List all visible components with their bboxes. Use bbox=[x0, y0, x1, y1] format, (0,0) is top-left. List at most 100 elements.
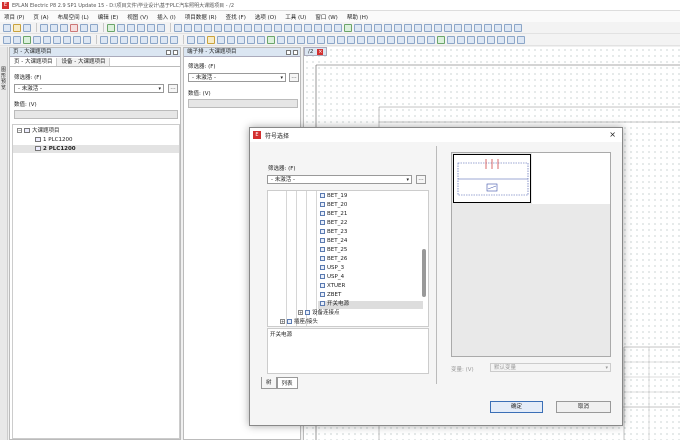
previous-page-icon[interactable] bbox=[100, 35, 108, 44]
contact-icon[interactable] bbox=[407, 35, 415, 44]
menu-project-data[interactable]: 项目数据 (R) bbox=[185, 13, 217, 21]
contact-image-icon[interactable] bbox=[327, 35, 335, 44]
ortho-icon[interactable] bbox=[194, 23, 202, 32]
symbol-item[interactable]: BET_22 bbox=[320, 220, 347, 228]
page-navigator-icon[interactable] bbox=[3, 35, 11, 44]
parts-icon[interactable] bbox=[217, 35, 225, 44]
insert-window-macro-icon[interactable] bbox=[324, 23, 332, 32]
fuse-icon[interactable] bbox=[447, 35, 455, 44]
cancel-button[interactable]: 取消 bbox=[556, 401, 611, 413]
line-icon[interactable] bbox=[414, 23, 422, 32]
undo-icon[interactable] bbox=[80, 23, 88, 32]
expand-icon[interactable]: + bbox=[298, 310, 303, 315]
symbol-item[interactable]: BET_25 bbox=[320, 247, 347, 255]
insert-box-icon[interactable] bbox=[284, 23, 292, 32]
black-box-icon[interactable] bbox=[337, 35, 345, 44]
menu-insert[interactable]: 插入 (I) bbox=[157, 13, 176, 21]
pin-icon[interactable] bbox=[286, 50, 291, 55]
next-page-icon[interactable] bbox=[110, 35, 118, 44]
polyline-icon[interactable] bbox=[454, 23, 462, 32]
menu-view[interactable]: 视图 (V) bbox=[127, 13, 148, 21]
insert-cable-icon[interactable] bbox=[254, 23, 262, 32]
symbol-item[interactable]: BET_26 bbox=[320, 256, 347, 264]
menu-window[interactable]: 窗口 (W) bbox=[315, 13, 337, 21]
insert-placeholder-icon[interactable] bbox=[334, 23, 342, 32]
motor-icon[interactable] bbox=[387, 35, 395, 44]
new-page-icon[interactable] bbox=[150, 35, 158, 44]
fluid-icon[interactable] bbox=[377, 35, 385, 44]
symbol-icon[interactable] bbox=[23, 35, 31, 44]
potential-navigator-icon[interactable] bbox=[63, 35, 71, 44]
relay-icon[interactable] bbox=[467, 35, 475, 44]
tab-list[interactable]: 列表 bbox=[276, 377, 298, 389]
dxf-icon[interactable] bbox=[257, 35, 265, 44]
dialog-filter-options-button[interactable]: … bbox=[416, 175, 426, 184]
collapse-icon[interactable]: − bbox=[17, 128, 22, 133]
corner-icon[interactable] bbox=[354, 23, 362, 32]
export-icon[interactable] bbox=[227, 35, 235, 44]
angle-icon[interactable] bbox=[384, 23, 392, 32]
value-input[interactable] bbox=[14, 110, 178, 119]
symbol-item[interactable]: XTUER bbox=[320, 283, 345, 291]
terminal-filter-options-button[interactable]: … bbox=[289, 73, 299, 82]
structure-box-icon[interactable] bbox=[347, 35, 355, 44]
symbol-item[interactable]: BET_24 bbox=[320, 238, 347, 246]
tree-item-page-1[interactable]: 1 PLC1200 bbox=[35, 136, 72, 144]
break-icon[interactable] bbox=[404, 23, 412, 32]
tree-item-project[interactable]: − 大课题项目 bbox=[17, 127, 60, 135]
dialog-filter-select[interactable]: - 未激活 - ▾ bbox=[267, 175, 412, 184]
terminal-icon[interactable] bbox=[487, 35, 495, 44]
pin-icon[interactable] bbox=[166, 50, 171, 55]
menu-edit[interactable]: 编辑 (E) bbox=[98, 13, 119, 21]
variant-select[interactable]: 默认变量 ▾ bbox=[490, 363, 611, 372]
symbol-item[interactable]: ZBET bbox=[320, 292, 341, 300]
new-project-icon[interactable] bbox=[3, 23, 11, 32]
menu-help[interactable]: 帮助 (H) bbox=[347, 13, 368, 21]
side-strip[interactable]: 图形预览 bbox=[0, 47, 8, 440]
pipe-icon[interactable] bbox=[367, 35, 375, 44]
import-icon[interactable] bbox=[237, 35, 245, 44]
menu-find[interactable]: 查找 (F) bbox=[226, 13, 246, 21]
symbol-item[interactable]: USP_3 bbox=[320, 265, 344, 273]
connection-navigator-icon[interactable] bbox=[73, 35, 81, 44]
check-icon[interactable] bbox=[197, 35, 205, 44]
cross-reference-icon[interactable] bbox=[307, 35, 315, 44]
insert-text-icon[interactable] bbox=[294, 23, 302, 32]
expand-icon[interactable]: + bbox=[280, 319, 285, 324]
terminal-value-input[interactable] bbox=[188, 99, 298, 108]
close-icon[interactable]: × bbox=[609, 130, 616, 139]
filter-options-button[interactable]: … bbox=[168, 84, 178, 93]
menu-project[interactable]: 项目 (P) bbox=[4, 13, 24, 21]
grid-icon[interactable] bbox=[174, 23, 182, 32]
symbol-item[interactable]: BET_20 bbox=[320, 202, 347, 210]
zoom-in-icon[interactable] bbox=[127, 23, 135, 32]
insert-connection-icon[interactable] bbox=[204, 23, 212, 32]
bus-icon[interactable] bbox=[317, 35, 325, 44]
dimension-icon[interactable] bbox=[464, 23, 472, 32]
plug-icon[interactable] bbox=[497, 35, 505, 44]
lamp-icon[interactable] bbox=[427, 35, 435, 44]
tab-pages[interactable]: 页 - 大课题项目 bbox=[10, 58, 58, 66]
insert-macro-icon[interactable] bbox=[314, 23, 322, 32]
symbol-item[interactable]: BET_19 bbox=[320, 193, 347, 201]
device-navigator-icon[interactable] bbox=[13, 35, 21, 44]
first-page-icon[interactable] bbox=[120, 35, 128, 44]
hatch-icon[interactable] bbox=[474, 23, 482, 32]
location-box-icon[interactable] bbox=[357, 35, 365, 44]
terminal-filter-select[interactable]: - 未激活 - ▾ bbox=[188, 73, 286, 82]
macro-navigator-icon[interactable] bbox=[83, 35, 91, 44]
close-page-icon[interactable] bbox=[170, 35, 178, 44]
delete-icon[interactable] bbox=[70, 23, 78, 32]
arc-icon[interactable] bbox=[444, 23, 452, 32]
message-icon[interactable] bbox=[207, 35, 215, 44]
symbol-item[interactable]: BET_23 bbox=[320, 229, 347, 237]
cable-icon[interactable] bbox=[507, 35, 515, 44]
tree-item-page-2[interactable]: 2 PLC1200 bbox=[13, 145, 179, 153]
rect-icon[interactable] bbox=[424, 23, 432, 32]
search-icon[interactable] bbox=[277, 35, 285, 44]
redo-icon[interactable] bbox=[90, 23, 98, 32]
tab-tree[interactable]: 树 bbox=[261, 377, 277, 389]
insert-device-icon[interactable] bbox=[224, 23, 232, 32]
scrollbar-thumb[interactable] bbox=[422, 249, 426, 297]
menu-options[interactable]: 选项 (O) bbox=[255, 13, 276, 21]
